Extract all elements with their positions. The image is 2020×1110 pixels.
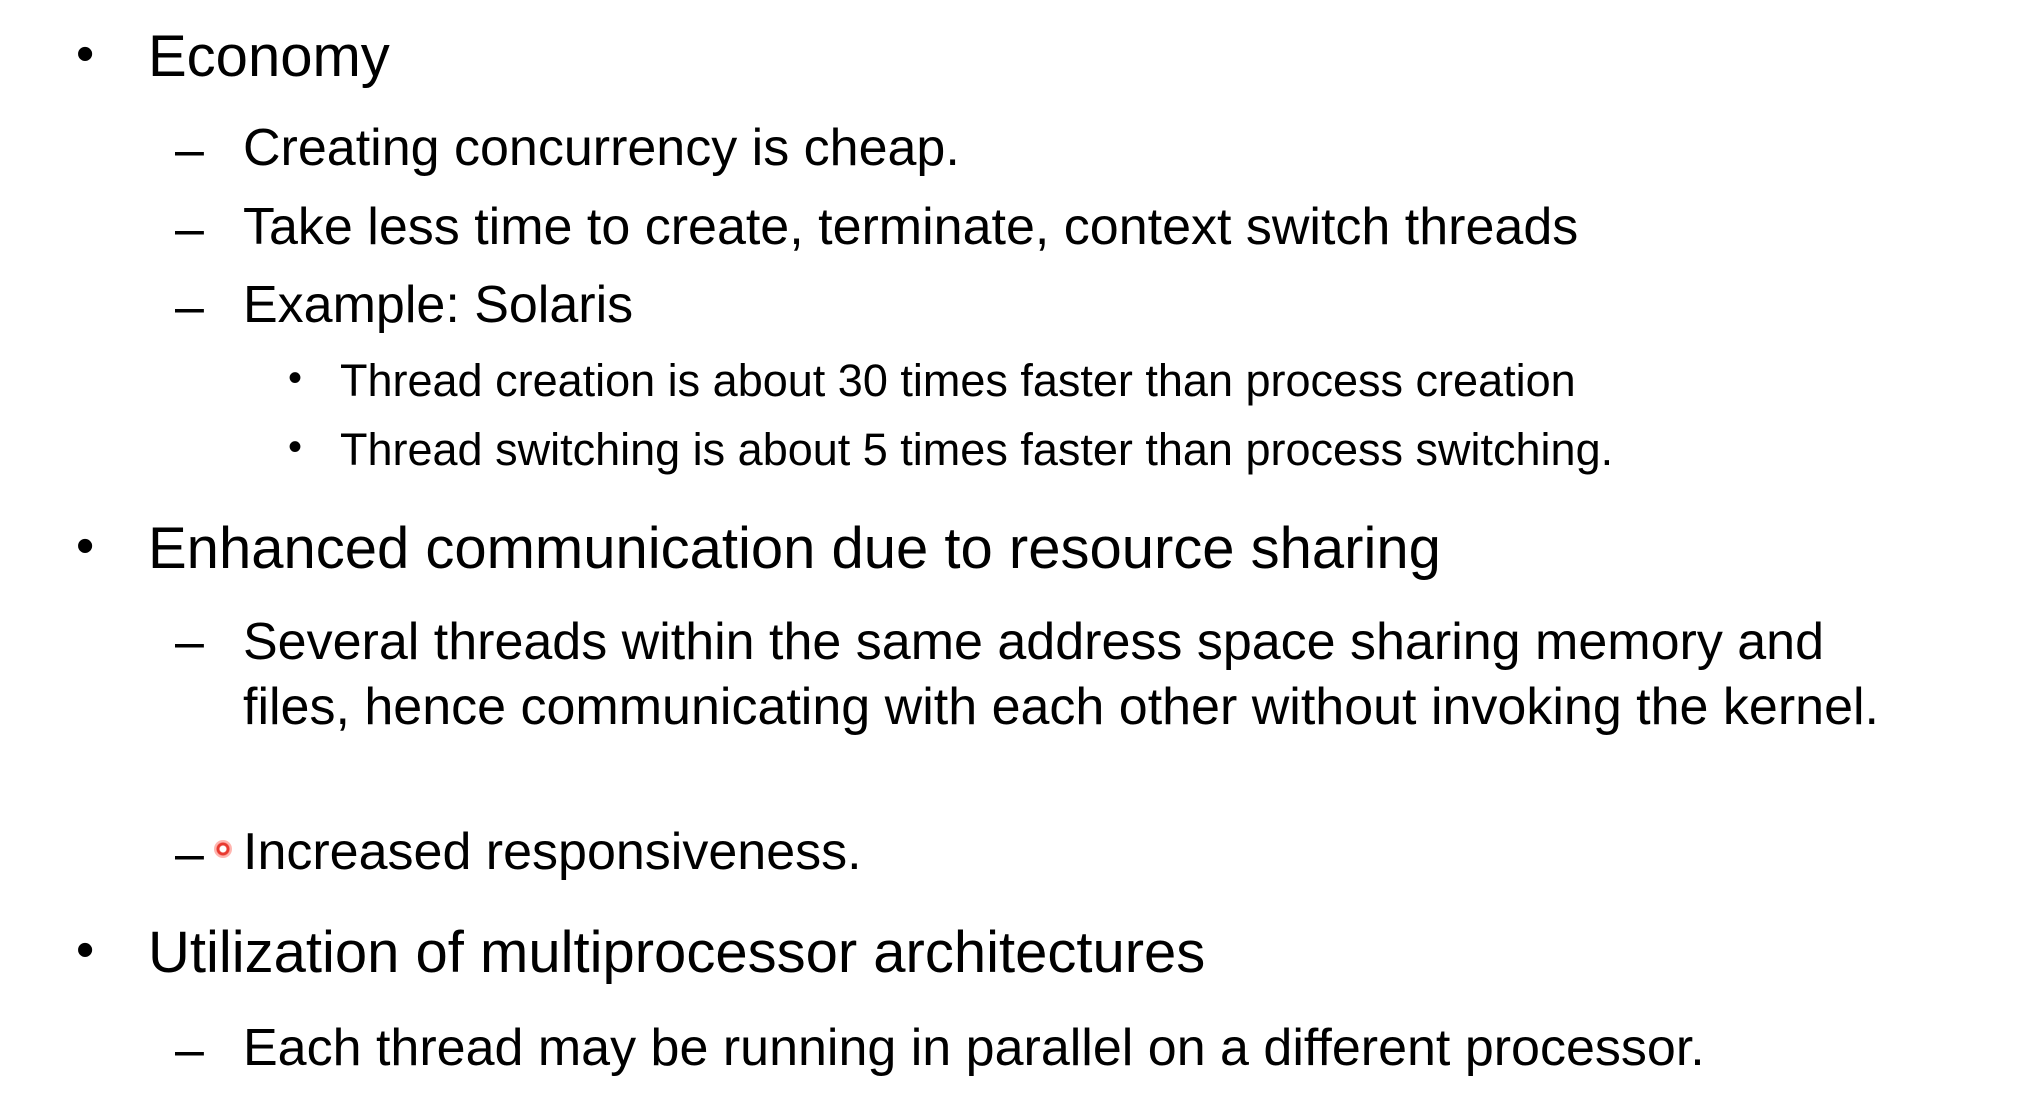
- bullet-title: Economy: [148, 24, 390, 89]
- sub-bullet: – Take less time to create, terminate, c…: [175, 198, 1579, 256]
- sub-sub-bullet-text: Thread creation is about 30 times faster…: [340, 355, 1576, 406]
- dash-marker: –: [175, 1021, 204, 1079]
- bullet-marker: •: [76, 25, 95, 83]
- sub-sub-bullet: • Thread switching is about 5 times fast…: [288, 424, 1614, 475]
- sub-bullet-text: Take less time to create, terminate, con…: [243, 198, 1579, 256]
- sub-bullet-text: Creating concurrency is cheap.: [243, 119, 960, 177]
- sub-sub-bullet: • Thread creation is about 30 times fast…: [288, 355, 1576, 406]
- sub-bullet-text: Increased responsiveness.: [243, 823, 862, 881]
- sub-bullet-text: Several threads within the same address …: [243, 613, 1879, 736]
- laser-pointer-icon: [214, 840, 232, 858]
- bullet-communication: • Enhanced communication due to resource…: [76, 520, 1441, 578]
- dash-marker: –: [175, 200, 204, 258]
- dash-marker: –: [175, 121, 204, 179]
- sub-bullet: – Example: Solaris: [175, 276, 634, 334]
- sub-bullet-marker: •: [288, 425, 303, 469]
- sub-bullet-text: Each thread may be running in parallel o…: [243, 1019, 1705, 1077]
- sub-bullet-text: Example: Solaris: [243, 276, 634, 334]
- bullet-economy: • Economy: [76, 28, 390, 86]
- dash-marker: –: [175, 825, 204, 883]
- sub-bullet: – Several threads within the same addres…: [175, 610, 1883, 740]
- sub-bullet-marker: •: [288, 356, 303, 400]
- bullet-title: Enhanced communication due to resource s…: [148, 516, 1441, 581]
- bullet-multiprocessor: • Utilization of multiprocessor architec…: [76, 924, 1205, 982]
- sub-bullet: – Each thread may be running in parallel…: [175, 1019, 1705, 1077]
- bullet-title: Utilization of multiprocessor architectu…: [148, 920, 1206, 985]
- dash-marker: –: [175, 278, 204, 336]
- slide: • Economy – Creating concurrency is chea…: [0, 0, 2020, 1110]
- bullet-marker: •: [76, 921, 95, 979]
- sub-bullet: – Creating concurrency is cheap.: [175, 119, 960, 177]
- sub-bullet: – Increased responsiveness.: [175, 823, 862, 881]
- bullet-marker: •: [76, 517, 95, 575]
- sub-sub-bullet-text: Thread switching is about 5 times faster…: [340, 424, 1614, 475]
- dash-marker: –: [175, 613, 204, 671]
